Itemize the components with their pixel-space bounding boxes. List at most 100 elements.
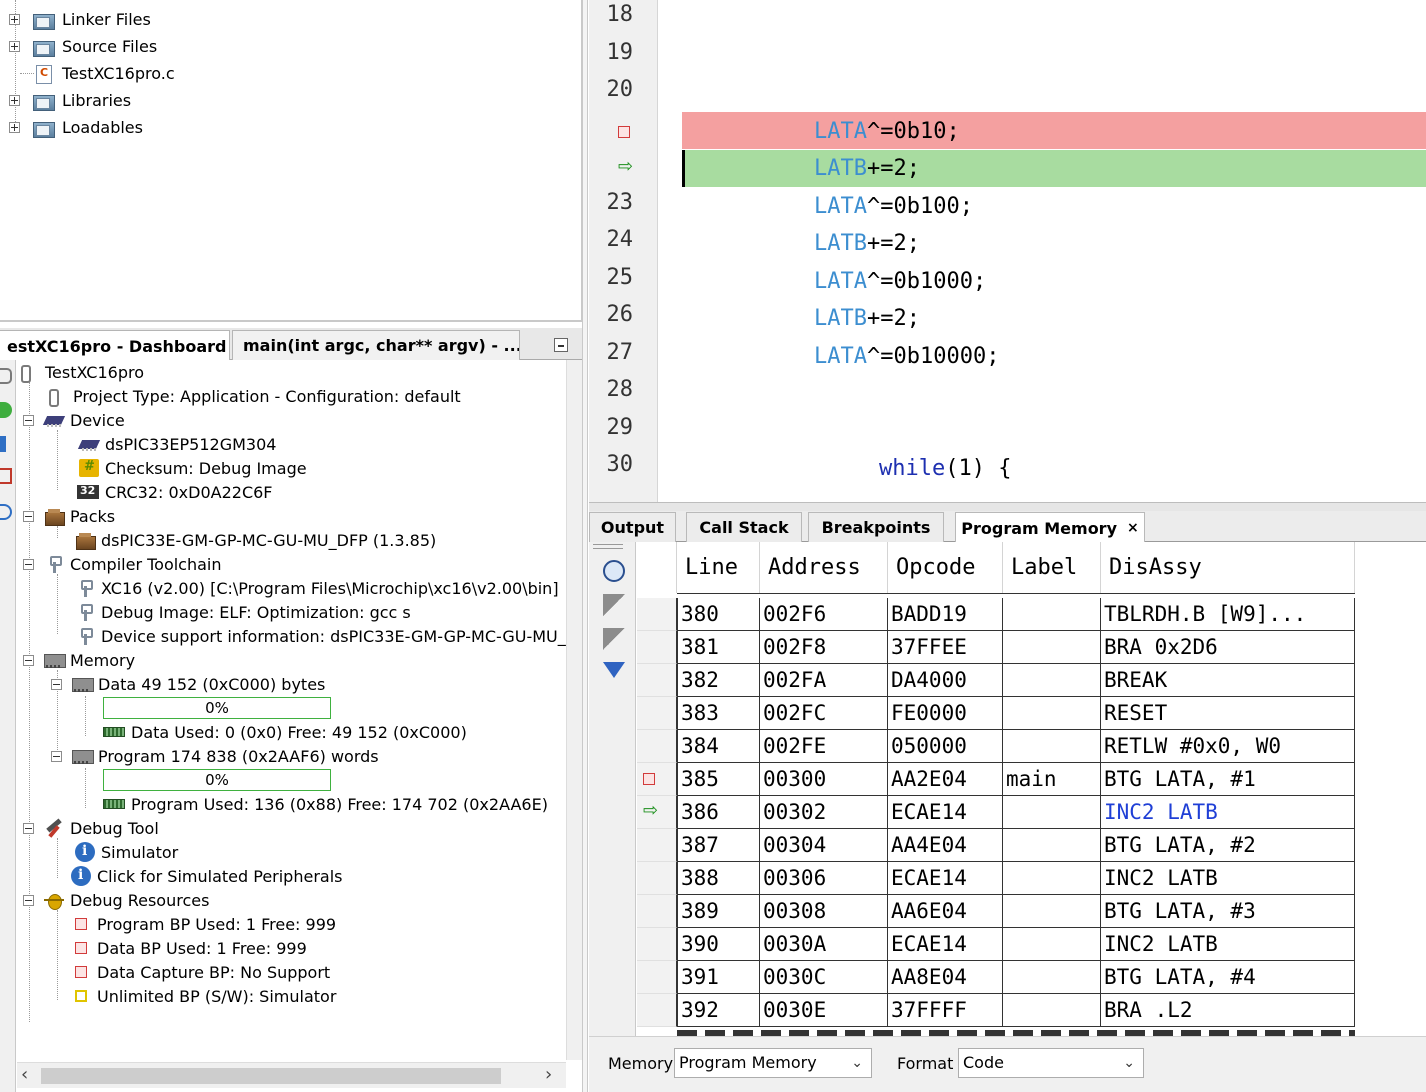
column-header-label[interactable]: Label xyxy=(1003,542,1101,593)
unlimited-bp-item[interactable]: Unlimited BP (S/W): Simulator xyxy=(71,984,336,1008)
device-node[interactable]: Device xyxy=(23,408,125,432)
row-marker-gutter[interactable] xyxy=(637,829,677,862)
code-line[interactable]: LATB+=2; xyxy=(682,225,1426,262)
code-line[interactable] xyxy=(682,38,1426,75)
close-icon[interactable]: × xyxy=(1127,520,1139,536)
tab-output[interactable]: Output xyxy=(589,512,676,542)
code-line[interactable]: LATA^=0b10; xyxy=(682,113,1426,150)
data-bp-item[interactable]: Data BP Used: 1 Free: 999 xyxy=(71,936,307,960)
toolchain-support-item[interactable]: Device support information: dsPIC33E-GM-… xyxy=(75,624,566,648)
column-header-address[interactable]: Address xyxy=(760,542,888,593)
project-type-item[interactable]: Project Type: Application - Configuratio… xyxy=(47,384,461,408)
tab-dashboard[interactable]: estXC16pro - Dashboard × xyxy=(0,330,230,361)
table-row[interactable]: 391 0030C AA8E04 BTG LATA, #4 xyxy=(637,961,1355,994)
row-marker-gutter[interactable] xyxy=(637,631,677,664)
dashboard-vertical-scrollbar[interactable] xyxy=(566,360,582,1060)
scroll-left-icon[interactable]: ‹ xyxy=(21,1064,28,1085)
minimize-icon[interactable] xyxy=(554,338,568,352)
scrollbar-thumb[interactable] xyxy=(41,1068,501,1084)
compiler-toolchain-node[interactable]: Compiler Toolchain xyxy=(23,552,222,576)
tab-breakpoints[interactable]: Breakpoints xyxy=(808,512,944,542)
table-row[interactable]: 387 00304 AA4E04 BTG LATA, #2 xyxy=(637,829,1355,862)
pack-item[interactable]: dsPIC33E-GM-GP-MC-GU-MU_DFP (1.3.85) xyxy=(75,528,436,552)
table-row[interactable]: 392 0030E 37FFFF BRA .L2 xyxy=(637,994,1355,1027)
column-header-line[interactable]: Line xyxy=(677,542,760,593)
table-row[interactable]: 381 002F8 37FFEE BRA 0x2D6 xyxy=(637,631,1355,664)
program-used-item[interactable]: Program Used: 136 (0x88) Free: 174 702 (… xyxy=(103,792,548,816)
table-row[interactable]: 389 00308 AA6E04 BTG LATA, #3 xyxy=(637,895,1355,928)
toolchain-debug-item[interactable]: Debug Image: ELF: Optimization: gcc s xyxy=(75,600,411,624)
editor-splitter[interactable] xyxy=(589,502,1426,511)
data-memory-node[interactable]: Data 49 152 (0xC000) bytes xyxy=(51,672,325,696)
code-line[interactable]: LATA^=0b1000; xyxy=(682,263,1426,300)
crc-item[interactable]: CRC32: 0xD0A22C6F xyxy=(77,480,273,504)
table-row[interactable]: 382 002FA DA4000 BREAK xyxy=(637,664,1355,697)
code-editor[interactable]: 18 19 20 LATA^=0b10; ⇨ LATB+=2; 23 LATA^=0b100;… xyxy=(589,0,1426,502)
code-line[interactable]: LATA^=0b10000; xyxy=(682,338,1426,375)
code-line[interactable] xyxy=(682,375,1426,412)
go-to-pc-icon[interactable] xyxy=(603,628,625,650)
collapse-icon[interactable] xyxy=(23,654,34,666)
device-name-item[interactable]: dsPIC33EP512GM304 xyxy=(79,432,276,456)
row-marker-gutter[interactable] xyxy=(637,697,677,730)
tree-item-libraries[interactable]: Libraries xyxy=(9,87,131,114)
info-bar-icon[interactable] xyxy=(0,436,6,452)
search-icon[interactable] xyxy=(0,504,12,520)
column-header-opcode[interactable]: Opcode xyxy=(888,542,1003,593)
code-line[interactable]: LATB+=2; xyxy=(682,300,1426,337)
data-used-item[interactable]: Data Used: 0 (0x0) Free: 49 152 (0xC000) xyxy=(103,720,467,744)
code-line[interactable] xyxy=(682,75,1426,112)
table-row[interactable]: 383 002FC FE0000 RESET xyxy=(637,697,1355,730)
tab-call-stack[interactable]: Call Stack xyxy=(686,512,802,542)
collapse-icon[interactable] xyxy=(51,678,62,690)
code-line[interactable]: LATA^=0b100; xyxy=(682,188,1426,225)
table-row[interactable]: ⇨ 386 00302 ECAE14 INC2 LATB xyxy=(637,796,1355,829)
row-marker-gutter[interactable] xyxy=(637,664,677,697)
row-marker-gutter[interactable] xyxy=(637,730,677,763)
table-row[interactable]: 384 002FE 050000 RETLW #0x0, W0 xyxy=(637,730,1355,763)
tree-item-linker-files[interactable]: Linker Files xyxy=(9,6,151,33)
clipboard-icon[interactable] xyxy=(0,468,12,484)
code-line[interactable] xyxy=(682,413,1426,450)
code-line[interactable]: while(1) { xyxy=(682,450,1426,487)
row-marker-gutter[interactable] xyxy=(637,994,677,1027)
row-marker-gutter[interactable]: ⇨ xyxy=(637,796,677,829)
collapse-icon[interactable] xyxy=(23,894,34,906)
code-line[interactable] xyxy=(682,0,1426,37)
dashboard-root[interactable]: TestXC16pro xyxy=(19,360,144,384)
simulator-item[interactable]: Simulator xyxy=(75,840,178,864)
table-row[interactable]: 380 002F6 BADD19 TBLRDH.B [W9]... xyxy=(637,598,1355,631)
memory-node[interactable]: Memory xyxy=(23,648,135,672)
format-select[interactable]: Code ⌄ xyxy=(958,1048,1144,1078)
program-bp-item[interactable]: Program BP Used: 1 Free: 999 xyxy=(71,912,336,936)
collapse-icon[interactable] xyxy=(23,510,34,522)
expand-icon[interactable] xyxy=(9,41,20,52)
row-marker-gutter[interactable] xyxy=(637,763,677,796)
tab-program-memory[interactable]: Program Memory × xyxy=(955,512,1145,543)
refresh-icon[interactable] xyxy=(0,402,12,418)
dashboard-horizontal-scrollbar[interactable]: ‹ › xyxy=(17,1062,566,1088)
breakpoint-icon[interactable] xyxy=(643,773,655,785)
collapse-icon[interactable] xyxy=(51,750,62,762)
simulated-peripherals-link[interactable]: Click for Simulated Peripherals xyxy=(71,864,342,888)
table-row[interactable]: 390 0030A ECAE14 INC2 LATB xyxy=(637,928,1355,961)
debug-tool-node[interactable]: Debug Tool xyxy=(23,816,159,840)
expand-icon[interactable] xyxy=(9,122,20,133)
go-to-icon[interactable] xyxy=(603,594,625,616)
table-row[interactable]: 388 00306 ECAE14 INC2 LATB xyxy=(637,862,1355,895)
toolchain-xc16-item[interactable]: XC16 (v2.00) [C:\Program Files\Microchip… xyxy=(75,576,559,600)
expand-icon[interactable] xyxy=(9,95,20,106)
debug-resources-node[interactable]: Debug Resources xyxy=(23,888,209,912)
vertical-splitter[interactable] xyxy=(582,0,588,1092)
code-line[interactable]: LATB+=2; xyxy=(682,150,1426,187)
scroll-right-icon[interactable]: › xyxy=(545,1064,552,1085)
expand-icon[interactable] xyxy=(9,14,20,25)
collapse-icon[interactable] xyxy=(23,558,34,570)
memory-select[interactable]: Program Memory ⌄ xyxy=(674,1048,872,1078)
tree-item-source-files[interactable]: Source Files xyxy=(9,33,157,60)
collapse-icon[interactable] xyxy=(23,822,34,834)
data-capture-bp-item[interactable]: Data Capture BP: No Support xyxy=(71,960,330,984)
packs-node[interactable]: Packs xyxy=(23,504,115,528)
breakpoint-icon[interactable] xyxy=(618,125,630,138)
collapse-icon[interactable] xyxy=(23,414,34,426)
